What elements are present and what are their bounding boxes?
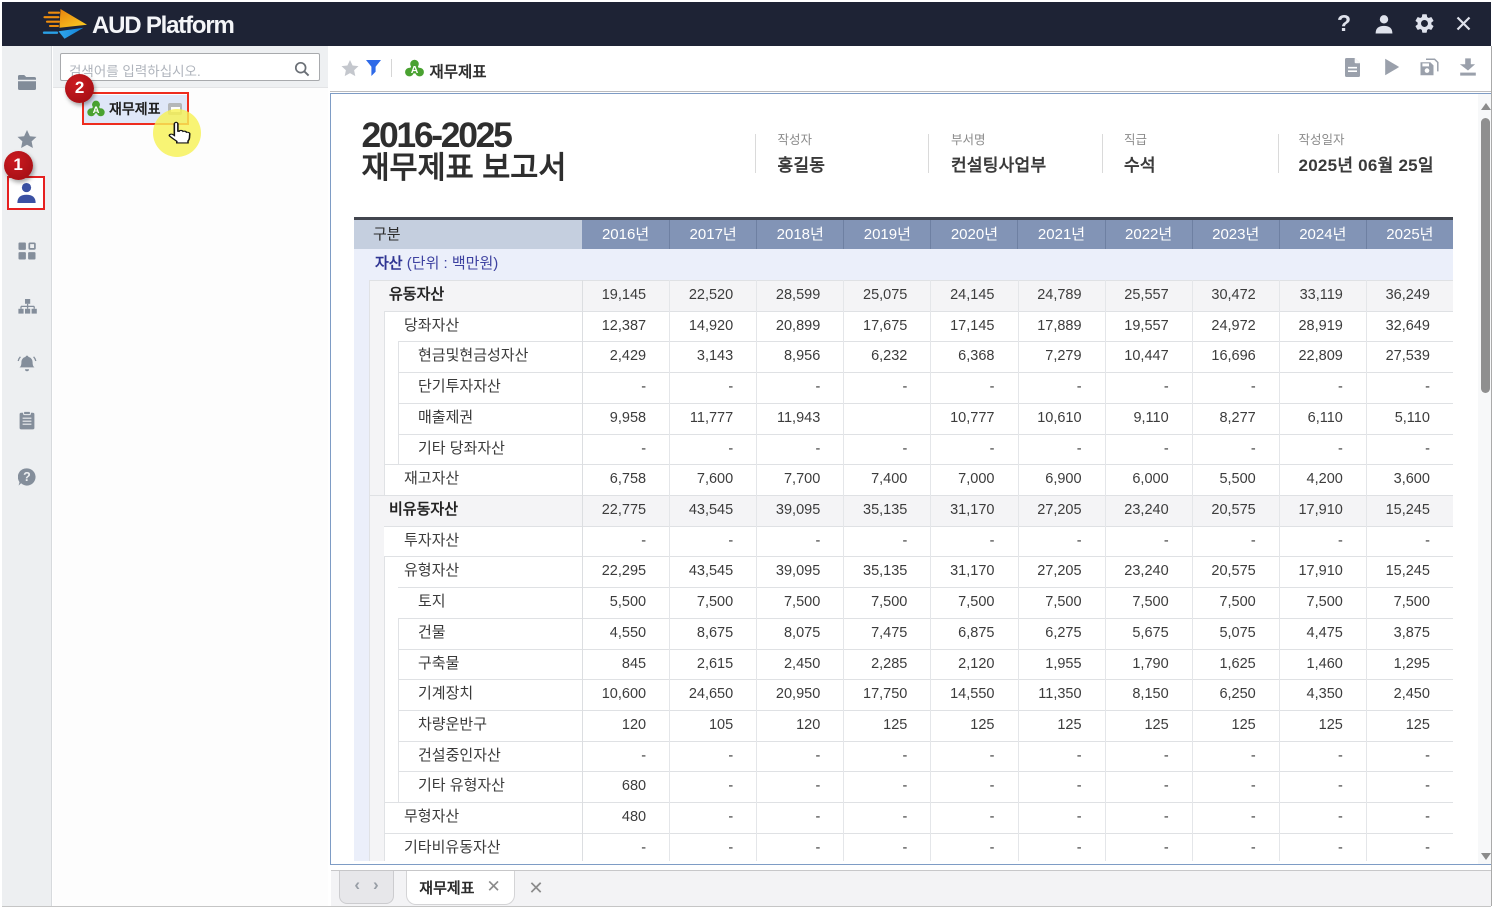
- svg-text:?: ?: [23, 470, 31, 484]
- svg-text:A: A: [410, 64, 418, 76]
